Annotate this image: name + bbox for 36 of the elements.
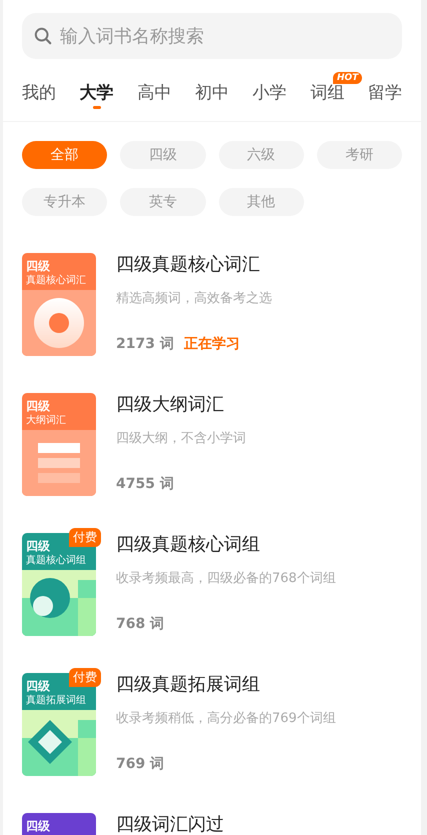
hot-badge: HOT <box>332 72 362 84</box>
cover-level: 四级 <box>26 538 51 554</box>
book-title[interactable]: 四级真题拓展词组 <box>116 675 336 695</box>
cover-subtitle: 真题拓展词组 <box>26 694 87 708</box>
book-description: 精选高频词，高效备考之选 <box>116 290 272 308</box>
search-field[interactable]: 输入词书名称搜索 <box>22 13 402 59</box>
book-description: 四级大纲，不含小学词 <box>116 430 246 448</box>
category-tab[interactable]: 留学 <box>368 81 402 105</box>
book-description: 收录考频稍低，高分必备的769个词组 <box>116 710 336 728</box>
book-title[interactable]: 四级词汇闪过 <box>116 815 224 835</box>
category-tab[interactable]: 初中 <box>194 81 229 105</box>
word-count: 4755 词 <box>116 475 174 494</box>
cover-subtitle: 大纲词汇 <box>26 414 67 428</box>
search-icon <box>34 27 52 45</box>
cover-subtitle: 真题核心词汇 <box>26 274 87 288</box>
paid-badge: 付费 <box>69 528 101 547</box>
category-tab[interactable]: 高中 <box>137 81 172 105</box>
cover-level: 四级 <box>26 818 51 834</box>
word-count: 768 词 <box>116 615 164 634</box>
word-count: 2173 词 <box>116 335 174 354</box>
study-status: 正在学习 <box>184 335 240 354</box>
category-tab[interactable]: 大学 <box>80 81 114 109</box>
category-tab[interactable]: 小学 <box>252 81 287 105</box>
book-title[interactable]: 四级大纲词汇 <box>116 395 246 415</box>
book-description: 收录考频最高，四级必备的768个词组 <box>116 570 336 588</box>
book-title[interactable]: 四级真题核心词汇 <box>116 255 272 275</box>
word-count: 769 词 <box>116 755 164 774</box>
cover-level: 四级 <box>26 258 51 274</box>
book-cover[interactable]: 四级 <box>22 813 96 835</box>
category-tab[interactable]: 词组 <box>310 81 344 105</box>
category-tab[interactable]: 我的 <box>22 81 56 105</box>
cover-level: 四级 <box>26 678 51 694</box>
paid-badge: 付费 <box>69 668 101 687</box>
cover-subtitle: 真题核心词组 <box>26 554 87 568</box>
book-title[interactable]: 四级真题核心词组 <box>116 535 336 555</box>
cover-level: 四级 <box>26 398 51 414</box>
